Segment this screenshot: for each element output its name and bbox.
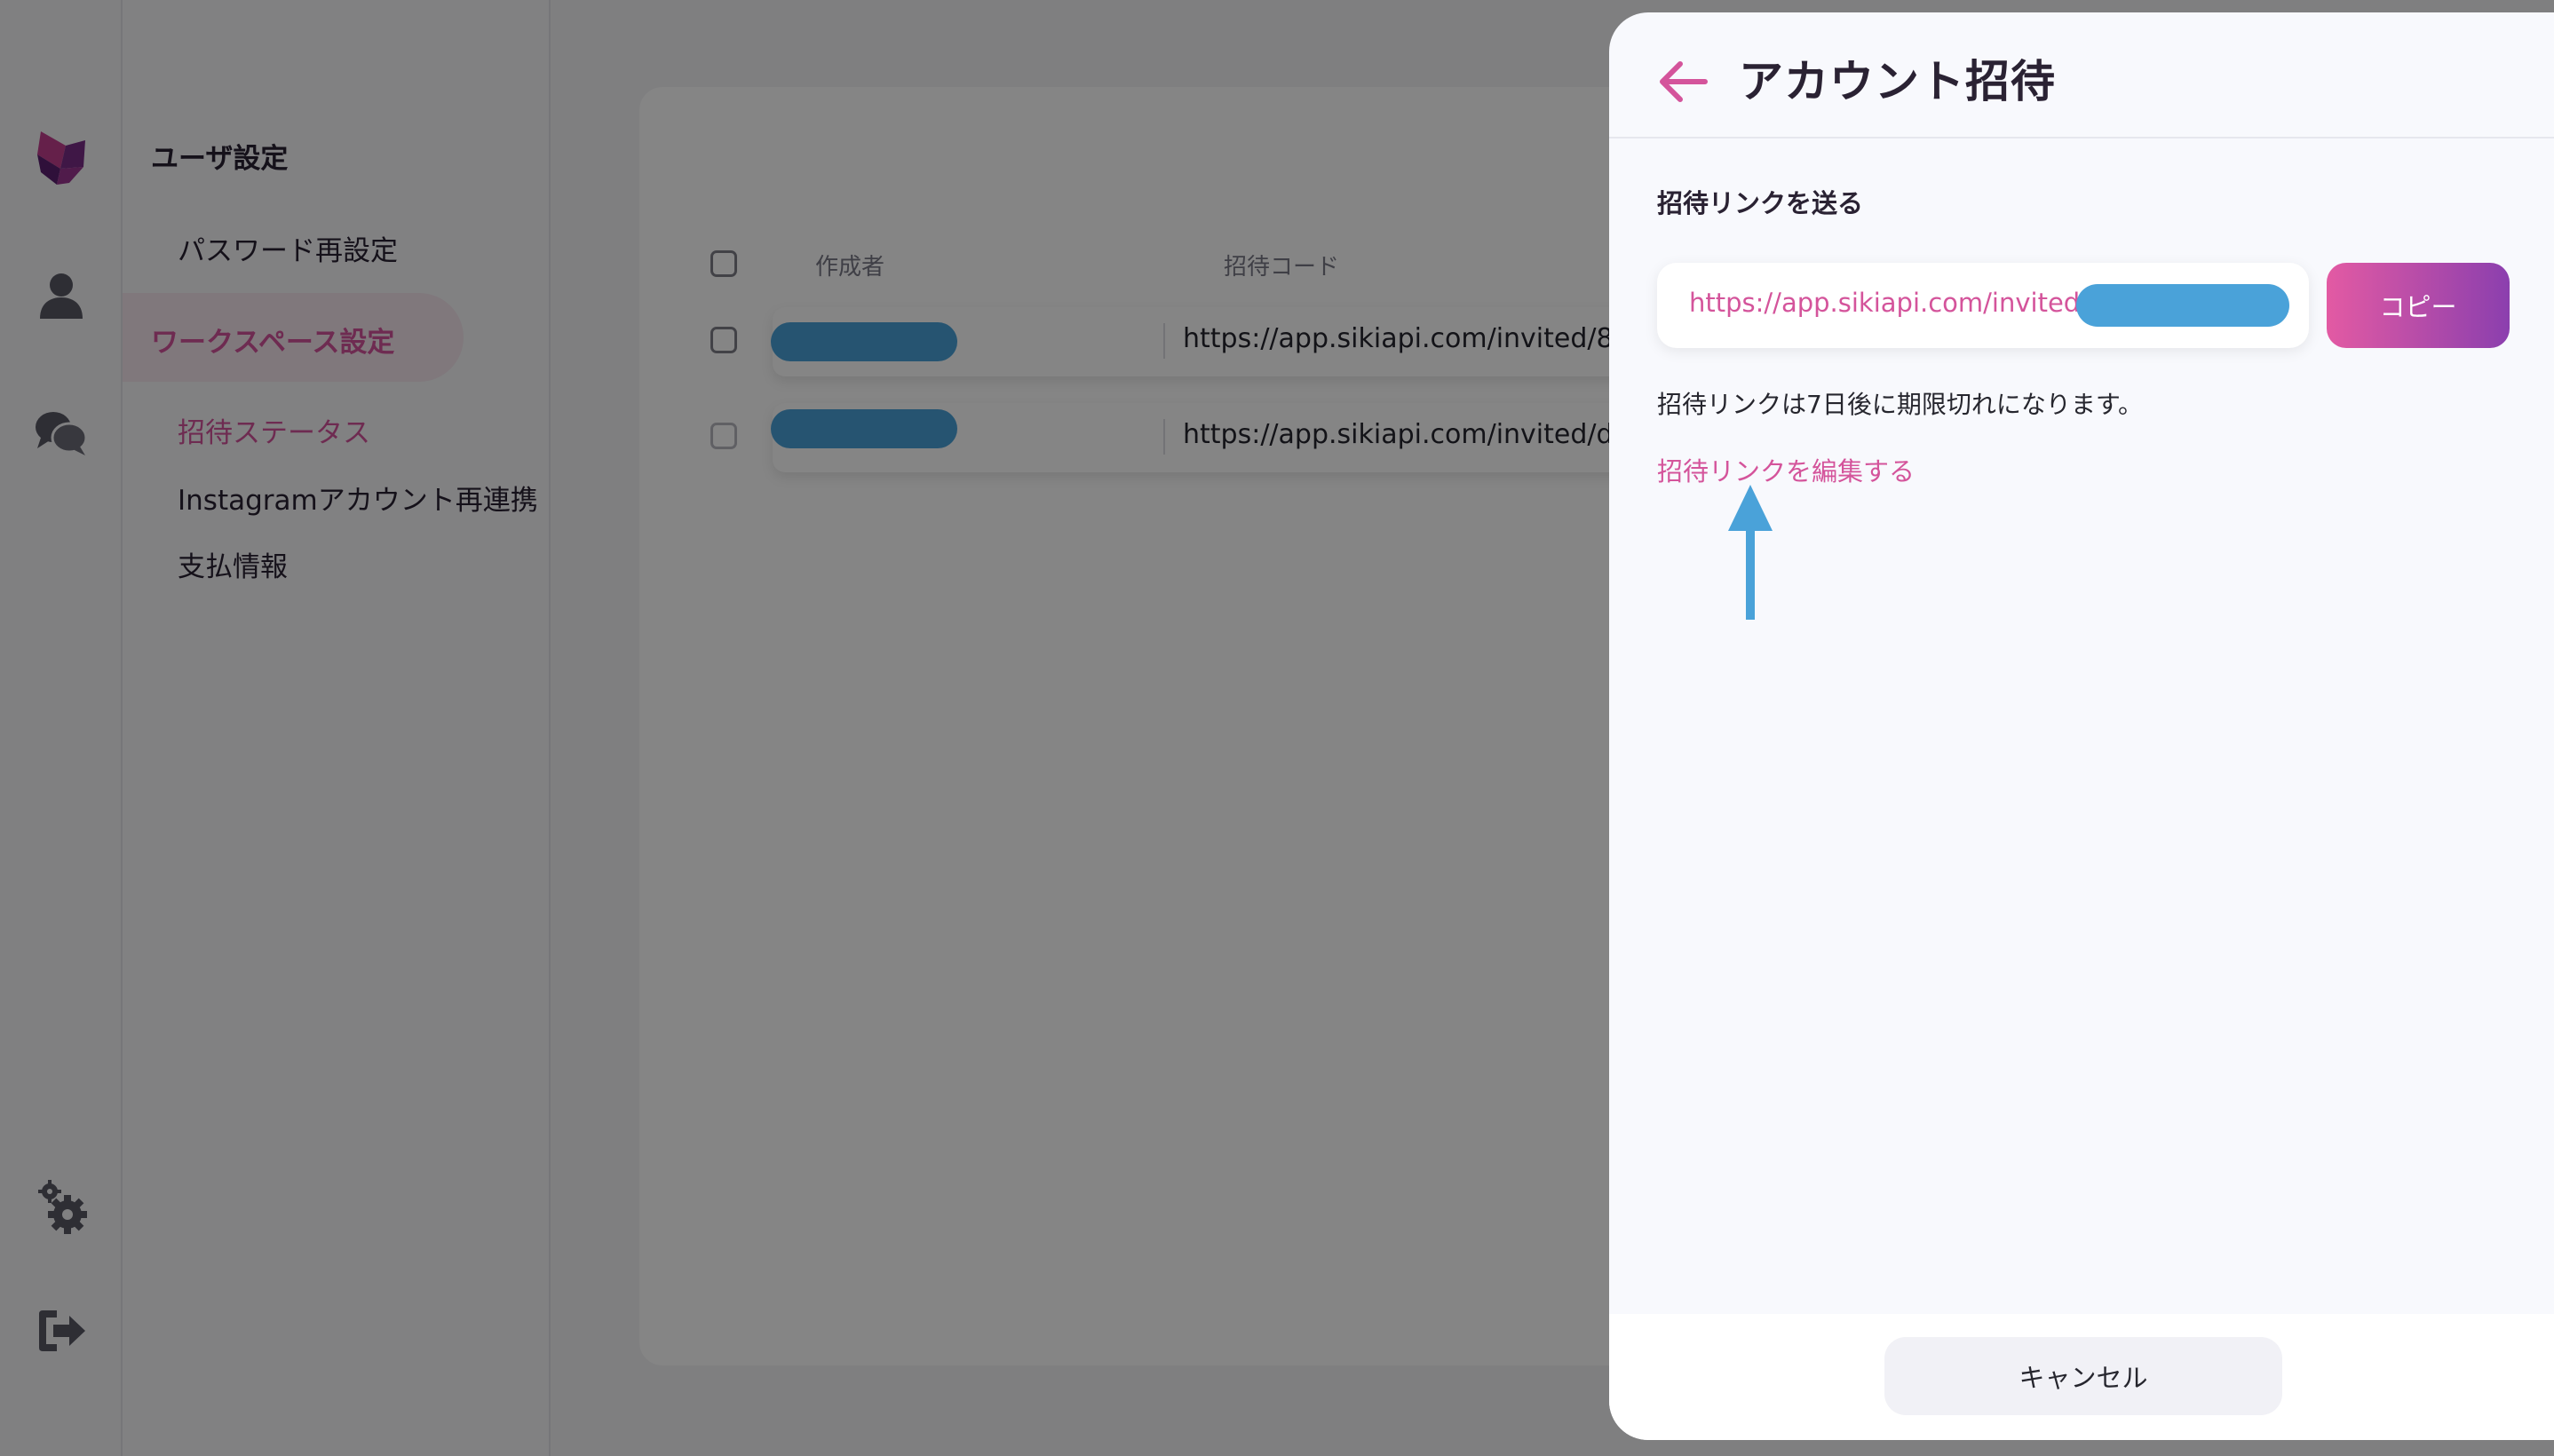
expire-note: 招待リンクは7日後に期限切れになります。 xyxy=(1657,390,2144,419)
drawer-title: アカウント招待 xyxy=(1739,56,2056,107)
cancel-button[interactable]: キャンセル xyxy=(1884,1337,2282,1415)
copy-button[interactable]: コピー xyxy=(2327,263,2510,348)
edit-invite-link[interactable]: 招待リンクを編集する xyxy=(1657,451,1915,488)
drawer-header: アカウント招待 xyxy=(1609,12,2554,138)
redacted-link-code xyxy=(2076,284,2289,327)
account-invite-drawer: アカウント招待 招待リンクを送る https://app.sikiapi.com… xyxy=(1609,12,2554,1440)
drawer-footer: キャンセル xyxy=(1609,1314,2554,1440)
annotation-arrow-icon xyxy=(1719,481,1781,623)
invite-link-field[interactable]: https://app.sikiapi.com/invited/ xyxy=(1657,263,2309,348)
send-invite-link-title: 招待リンクを送る xyxy=(1657,188,1864,218)
invite-link-value: https://app.sikiapi.com/invited/ xyxy=(1689,288,2089,318)
back-arrow-icon[interactable] xyxy=(1655,53,1712,110)
